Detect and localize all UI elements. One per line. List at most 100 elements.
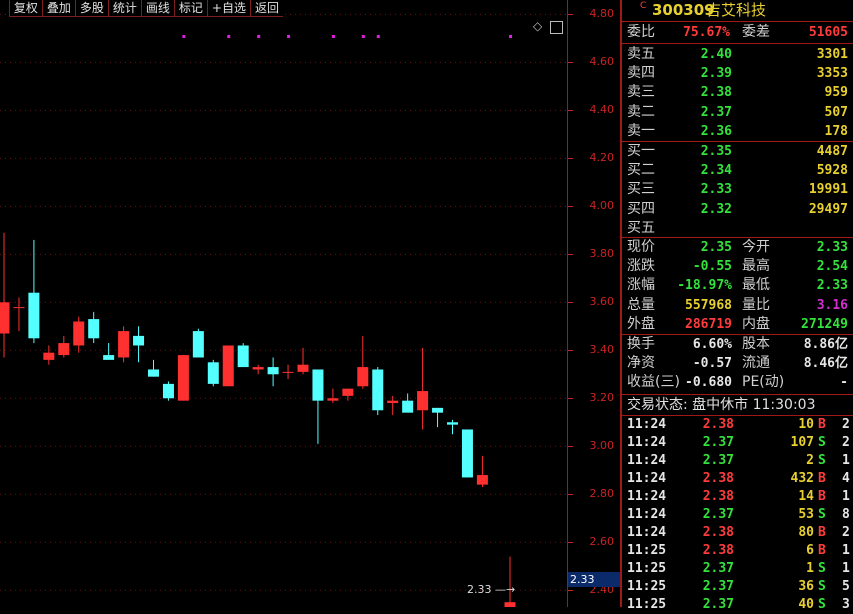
bid-price[interactable]: 2.33 bbox=[682, 180, 732, 199]
trade-row: 11:24 2.37 2 S 1 bbox=[622, 452, 853, 470]
bid-volume: 5928 bbox=[816, 163, 848, 179]
candle bbox=[73, 316, 85, 353]
trade-price: 2.37 bbox=[702, 453, 734, 468]
trade-count: 2 bbox=[842, 435, 850, 450]
trade-row: 11:24 2.37 107 S 2 bbox=[622, 434, 853, 452]
candle bbox=[148, 359, 159, 377]
bid-price[interactable]: 2.34 bbox=[682, 161, 732, 180]
toolbar-button[interactable]: 标记 bbox=[173, 0, 207, 17]
candle-body bbox=[252, 367, 264, 370]
trade-row: 11:25 2.37 36 S 5 bbox=[622, 578, 853, 596]
stat-label: 涨跌 bbox=[627, 258, 655, 275]
event-marker[interactable] bbox=[287, 35, 291, 38]
toolbar-button[interactable]: 画线 bbox=[140, 0, 174, 17]
quote-panel: C 300309 吉艾科技 委比 75.67% 委差 51605 卖五 2.40 3301 卖四 2.… bbox=[620, 0, 853, 612]
stat-row: 外盘 286719 内盘 271249 bbox=[622, 315, 853, 334]
toolbar-button[interactable]: 返回 bbox=[249, 0, 283, 17]
ask-price[interactable]: 2.36 bbox=[682, 122, 732, 141]
fund-value: -0.57 bbox=[692, 356, 732, 372]
trade-side: S bbox=[818, 561, 826, 576]
candle bbox=[133, 326, 145, 363]
corner-grip-icon[interactable] bbox=[550, 21, 563, 34]
trade-count: 2 bbox=[842, 525, 850, 540]
trade-time: 11:24 bbox=[627, 489, 667, 504]
toolbar-button[interactable]: 多股 bbox=[74, 0, 108, 17]
kline-chart[interactable]: 复权 叠加 多股 统计 画线 标记 +自选 返回 ◇ 2.33 —→ bbox=[0, 0, 568, 607]
candle-body bbox=[0, 302, 10, 334]
fund-row: 净资 -0.57 流通 8.46亿 bbox=[622, 354, 853, 373]
event-marker[interactable] bbox=[331, 35, 335, 38]
event-marker[interactable] bbox=[376, 35, 380, 38]
chart-toolbar: 复权 叠加 多股 统计 画线 标记 +自选 返回 bbox=[8, 0, 283, 17]
event-marker[interactable] bbox=[361, 35, 365, 38]
event-marker[interactable] bbox=[227, 35, 231, 38]
ask-row: 卖四 2.39 3353 bbox=[622, 64, 853, 83]
bid-volume: 4487 bbox=[816, 144, 848, 159]
stat-value: -0.55 bbox=[692, 259, 732, 275]
trade-time: 11:25 bbox=[627, 543, 667, 558]
stat-value: 286719 bbox=[685, 316, 732, 332]
ask-price[interactable]: 2.38 bbox=[682, 83, 732, 102]
axis-tick-label: 3.60 bbox=[589, 295, 615, 309]
stat-row: 涨跌 -0.55 最高 2.54 bbox=[622, 257, 853, 276]
panel-divider bbox=[622, 394, 853, 395]
toolbar-button[interactable]: 复权 bbox=[8, 0, 42, 17]
axis-tick-mark bbox=[568, 542, 573, 544]
ask-price[interactable]: 2.39 bbox=[682, 64, 732, 83]
trade-price: 2.37 bbox=[702, 579, 734, 594]
trade-time: 11:24 bbox=[627, 507, 667, 522]
fund-value: 8.86亿 bbox=[803, 337, 848, 352]
trade-side: B bbox=[818, 489, 826, 504]
current-price-tag: 2.33 bbox=[568, 572, 620, 587]
candle-body bbox=[43, 352, 55, 360]
event-marker[interactable] bbox=[182, 35, 186, 38]
stat-value: 3.16 bbox=[816, 297, 848, 313]
toolbar-button[interactable]: +自选 bbox=[206, 0, 250, 17]
trade-time: 11:24 bbox=[627, 417, 667, 432]
candle-body bbox=[28, 292, 40, 339]
ask-label: 卖二 bbox=[627, 103, 655, 120]
candle bbox=[357, 335, 369, 389]
bid-price[interactable]: 2.32 bbox=[682, 200, 732, 219]
ask-price[interactable]: 2.40 bbox=[682, 45, 732, 64]
candle-body bbox=[13, 307, 25, 309]
axis-tick-label: 3.20 bbox=[589, 391, 615, 405]
event-marker[interactable] bbox=[509, 35, 512, 38]
trade-count: 1 bbox=[842, 453, 850, 468]
trade-time: 11:24 bbox=[627, 525, 667, 540]
candle bbox=[432, 407, 444, 428]
candle bbox=[297, 347, 309, 375]
weicha-label: 委差 bbox=[742, 24, 770, 40]
axis-tick-label: 4.60 bbox=[589, 55, 615, 69]
ask-volume: 3353 bbox=[816, 66, 848, 82]
fund-value: - bbox=[840, 375, 848, 391]
bid-row: 买一 2.35 4487 bbox=[622, 142, 853, 161]
toolbar-button[interactable]: 叠加 bbox=[41, 0, 75, 17]
bid-label: 买四 bbox=[627, 200, 655, 217]
toolbar-button[interactable]: 统计 bbox=[107, 0, 141, 17]
candle bbox=[222, 345, 234, 387]
ask-label: 卖三 bbox=[627, 84, 655, 101]
fund-value: 6.60% bbox=[692, 337, 732, 352]
candle-body bbox=[148, 369, 159, 377]
bid-price[interactable]: 2.35 bbox=[682, 142, 732, 161]
stat-value: -18.97% bbox=[677, 278, 732, 294]
axis-tick-label: 3.80 bbox=[589, 247, 615, 261]
ask-price[interactable]: 2.37 bbox=[682, 103, 732, 122]
kline-svg[interactable] bbox=[0, 0, 568, 607]
event-marker[interactable] bbox=[257, 35, 261, 38]
candle bbox=[103, 343, 115, 360]
trade-price: 2.38 bbox=[702, 525, 734, 540]
price-axis: 4.80 4.60 4.40 4.20 4.00 3.80 3.60 3.40 3.20 3.00… bbox=[567, 0, 620, 607]
candle bbox=[417, 347, 429, 430]
trade-count: 4 bbox=[842, 471, 850, 486]
trade-volume: 40 bbox=[798, 597, 814, 612]
weibi-value: 75.67% bbox=[683, 25, 730, 40]
candle-body bbox=[58, 343, 70, 356]
trade-row: 11:24 2.38 432 B 4 bbox=[622, 470, 853, 488]
diamond-icon[interactable]: ◇ bbox=[533, 19, 542, 33]
stat-value: 2.33 bbox=[816, 240, 848, 255]
trade-volume: 432 bbox=[790, 471, 814, 486]
axis-tick-mark bbox=[568, 398, 573, 400]
trade-side: B bbox=[818, 471, 826, 486]
